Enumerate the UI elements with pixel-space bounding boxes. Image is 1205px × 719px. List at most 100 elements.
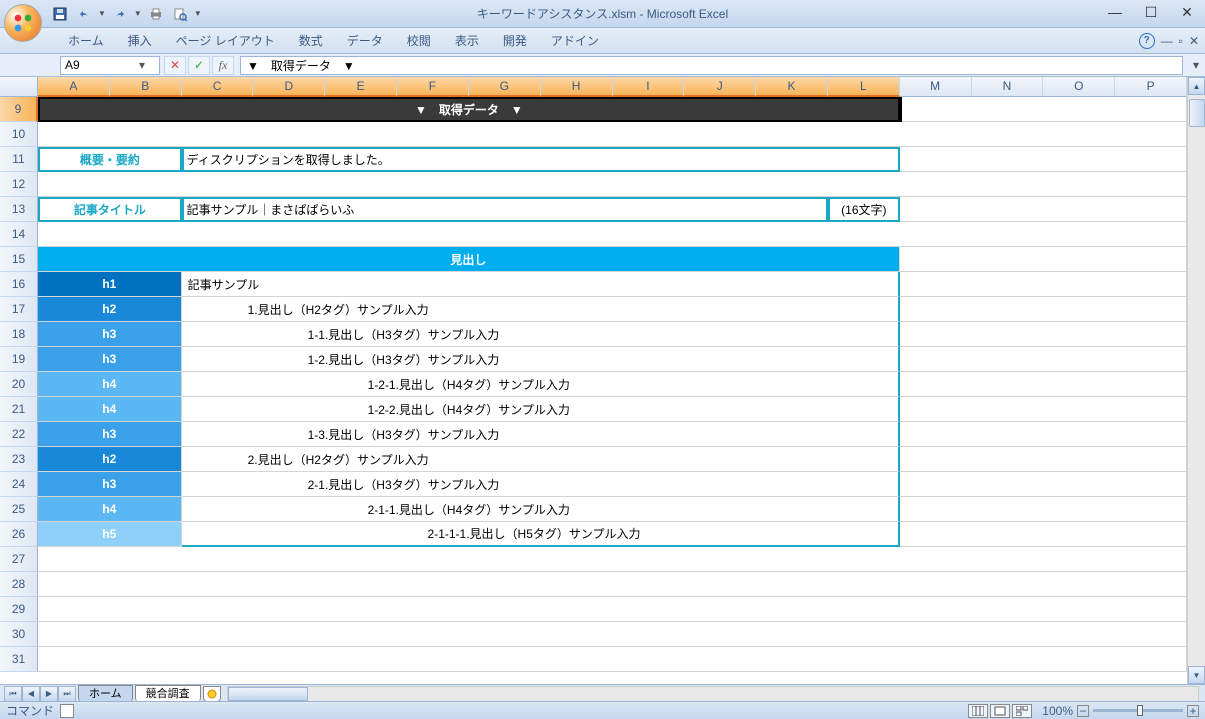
heading-tag-h1[interactable]: h1 — [38, 272, 182, 297]
cell[interactable] — [900, 197, 1187, 222]
cell[interactable] — [38, 597, 1187, 622]
col-header-J[interactable]: J — [684, 77, 756, 97]
heading-tag-h2[interactable]: h2 — [38, 447, 182, 472]
row-header-23[interactable]: 23 — [0, 447, 38, 472]
cancel-formula-icon[interactable]: ✕ — [164, 56, 186, 75]
cell[interactable] — [900, 97, 1187, 122]
ribbon-tab-数式[interactable]: 数式 — [287, 28, 335, 53]
col-header-N[interactable]: N — [972, 77, 1044, 97]
fx-icon[interactable]: fx — [212, 56, 234, 75]
header-cell[interactable]: ▼ 取得データ ▼ — [38, 97, 900, 122]
view-pagebreak-icon[interactable] — [1012, 704, 1032, 718]
cell[interactable] — [900, 472, 1187, 497]
cells-area[interactable]: ▼ 取得データ ▼概要・要約ディスクリプションを取得しました。記事タイトル記事サ… — [38, 97, 1187, 684]
heading-text[interactable]: 1.見出し（H2タグ）サンプル入力 — [182, 297, 900, 322]
col-header-M[interactable]: M — [900, 77, 972, 97]
undo-icon[interactable] — [74, 4, 94, 24]
heading-text[interactable]: 1-1.見出し（H3タグ）サンプル入力 — [182, 322, 900, 347]
name-box-input[interactable] — [65, 58, 135, 72]
print-preview-icon[interactable] — [170, 4, 190, 24]
minimize-button[interactable]: — — [1101, 2, 1129, 22]
save-icon[interactable] — [50, 4, 70, 24]
heading-tag-h4[interactable]: h4 — [38, 372, 182, 397]
cell[interactable] — [900, 447, 1187, 472]
cell[interactable] — [900, 397, 1187, 422]
col-header-D[interactable]: D — [253, 77, 325, 97]
row-header-10[interactable]: 10 — [0, 122, 38, 147]
ribbon-tab-開発[interactable]: 開発 — [491, 28, 539, 53]
ribbon-tab-データ[interactable]: データ — [335, 28, 395, 53]
row-header-17[interactable]: 17 — [0, 297, 38, 322]
formula-expand-icon[interactable]: ▾ — [1187, 58, 1205, 72]
tab-prev-icon[interactable]: ◀ — [22, 686, 40, 702]
cell[interactable] — [900, 422, 1187, 447]
ribbon-tab-校閲[interactable]: 校閲 — [395, 28, 443, 53]
tab-next-icon[interactable]: ▶ — [40, 686, 58, 702]
formula-input[interactable]: ▼ 取得データ ▼ — [240, 56, 1183, 75]
title-value[interactable]: 記事サンプル｜まさぱぱらいふ — [182, 197, 828, 222]
zoom-out-icon[interactable]: − — [1077, 705, 1089, 717]
heading-text[interactable]: 2-1-1.見出し（H4タグ）サンプル入力 — [182, 497, 900, 522]
heading-text[interactable]: 2-1-1-1.見出し（H5タグ）サンプル入力 — [182, 522, 900, 547]
heading-text[interactable]: 2-1.見出し（H3タグ）サンプル入力 — [182, 472, 900, 497]
name-box[interactable]: ▾ — [60, 56, 160, 75]
cell[interactable] — [900, 147, 1187, 172]
redo-dropdown-icon[interactable]: ▼ — [134, 9, 142, 18]
zoom-slider[interactable] — [1093, 709, 1183, 712]
cell[interactable] — [38, 222, 1187, 247]
row-header-12[interactable]: 12 — [0, 172, 38, 197]
row-header-15[interactable]: 15 — [0, 247, 38, 272]
heading-text[interactable]: 1-3.見出し（H3タグ）サンプル入力 — [182, 422, 900, 447]
cell[interactable] — [900, 272, 1187, 297]
view-layout-icon[interactable] — [990, 704, 1010, 718]
row-header-11[interactable]: 11 — [0, 147, 38, 172]
col-header-H[interactable]: H — [541, 77, 613, 97]
title-charcount[interactable]: (16文字) — [828, 197, 900, 222]
scroll-down-icon[interactable]: ▼ — [1188, 666, 1205, 684]
col-header-F[interactable]: F — [397, 77, 469, 97]
ribbon-tab-ページ レイアウト[interactable]: ページ レイアウト — [164, 28, 287, 53]
heading-tag-h3[interactable]: h3 — [38, 347, 182, 372]
ribbon-tab-表示[interactable]: 表示 — [443, 28, 491, 53]
heading-text[interactable]: 記事サンプル — [182, 272, 900, 297]
heading-text[interactable]: 2.見出し（H2タグ）サンプル入力 — [182, 447, 900, 472]
row-header-9[interactable]: 9 — [0, 97, 38, 122]
cell[interactable] — [900, 322, 1187, 347]
select-all-corner[interactable] — [0, 77, 38, 97]
sheet-tab-ホーム[interactable]: ホーム — [78, 685, 133, 702]
col-header-C[interactable]: C — [182, 77, 254, 97]
heading-text[interactable]: 1-2-1.見出し（H4タグ）サンプル入力 — [182, 372, 900, 397]
row-header-18[interactable]: 18 — [0, 322, 38, 347]
zoom-in-icon[interactable]: + — [1187, 705, 1199, 717]
col-header-E[interactable]: E — [325, 77, 397, 97]
heading-tag-h5[interactable]: h5 — [38, 522, 182, 547]
zoom-thumb[interactable] — [1137, 705, 1143, 716]
view-normal-icon[interactable] — [968, 704, 988, 718]
help-icon[interactable]: ? — [1139, 33, 1155, 49]
row-header-19[interactable]: 19 — [0, 347, 38, 372]
tab-last-icon[interactable]: ⏭ — [58, 686, 76, 702]
row-header-29[interactable]: 29 — [0, 597, 38, 622]
row-header-27[interactable]: 27 — [0, 547, 38, 572]
col-header-K[interactable]: K — [756, 77, 828, 97]
vscroll-thumb[interactable] — [1189, 99, 1205, 127]
office-button[interactable] — [4, 4, 42, 42]
row-header-13[interactable]: 13 — [0, 197, 38, 222]
redo-icon[interactable] — [110, 4, 130, 24]
row-header-14[interactable]: 14 — [0, 222, 38, 247]
cell[interactable] — [38, 122, 1187, 147]
title-label[interactable]: 記事タイトル — [38, 197, 182, 222]
heading-tag-h2[interactable]: h2 — [38, 297, 182, 322]
accept-formula-icon[interactable]: ✓ — [188, 56, 210, 75]
scroll-up-icon[interactable]: ▲ — [1188, 77, 1205, 95]
row-header-16[interactable]: 16 — [0, 272, 38, 297]
vertical-scrollbar[interactable]: ▲ ▼ — [1187, 77, 1205, 684]
horizontal-scrollbar[interactable] — [227, 686, 1199, 702]
row-header-20[interactable]: 20 — [0, 372, 38, 397]
sheet-tab-競合調査[interactable]: 競合調査 — [135, 685, 201, 702]
heading-tag-h3[interactable]: h3 — [38, 472, 182, 497]
cell[interactable] — [900, 497, 1187, 522]
row-header-28[interactable]: 28 — [0, 572, 38, 597]
cell[interactable] — [38, 547, 1187, 572]
cell[interactable] — [900, 347, 1187, 372]
